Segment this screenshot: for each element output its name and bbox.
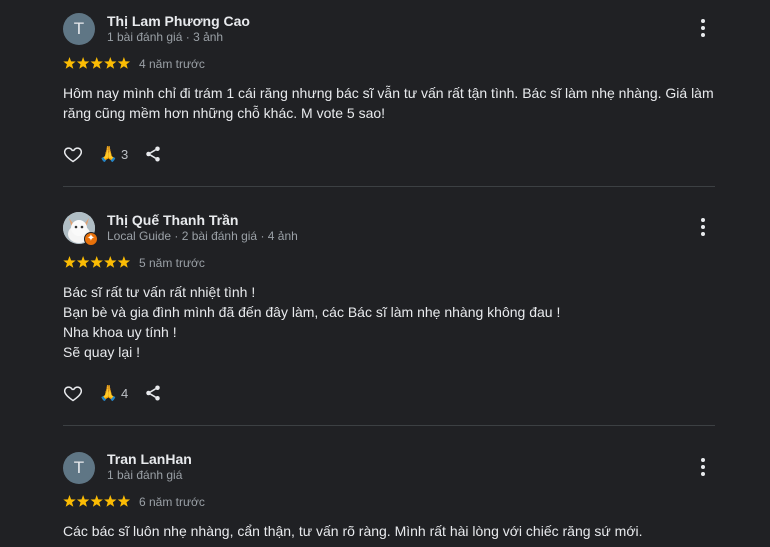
star-icon bbox=[117, 495, 131, 507]
divider bbox=[63, 425, 715, 426]
star-icon bbox=[117, 57, 131, 69]
review-time: 5 năm trước bbox=[139, 256, 205, 270]
divider bbox=[63, 186, 715, 187]
star-icon bbox=[104, 495, 117, 507]
thanks-reaction-icon[interactable]: 🙏 bbox=[99, 145, 118, 163]
review-text: Các bác sĩ luôn nhẹ nhàng, cẩn thận, tư … bbox=[63, 521, 723, 541]
more-options-icon[interactable] bbox=[697, 19, 709, 39]
star-icon bbox=[104, 57, 117, 69]
star-rating-svg bbox=[63, 57, 131, 69]
avatar[interactable]: T bbox=[63, 452, 95, 484]
star-icon bbox=[76, 495, 90, 507]
review-text-line: Hôm nay mình chỉ đi trám 1 cái răng nhưn… bbox=[63, 85, 718, 121]
local-guide-badge-icon: ✦ bbox=[84, 232, 98, 246]
review-text: Hôm nay mình chỉ đi trám 1 cái răng nhưn… bbox=[63, 83, 723, 123]
reviewer-name[interactable]: Thị Lam Phương Cao bbox=[107, 13, 250, 29]
reviewer-name[interactable]: Thị Quế Thanh Trần bbox=[107, 212, 238, 228]
reaction-count: 4 bbox=[121, 386, 129, 401]
reviewer-name[interactable]: Tran LanHan bbox=[107, 451, 192, 467]
more-options-icon[interactable] bbox=[697, 458, 709, 478]
star-icon bbox=[63, 495, 76, 507]
share-icon[interactable] bbox=[144, 384, 162, 402]
thanks-reaction-icon[interactable]: 🙏 bbox=[99, 384, 118, 402]
share-icon[interactable] bbox=[144, 145, 162, 163]
review-text-line: Các bác sĩ luôn nhẹ nhàng, cẩn thận, tư … bbox=[63, 523, 643, 539]
star-icon bbox=[90, 256, 103, 268]
review-time: 4 năm trước bbox=[139, 57, 205, 71]
star-icon bbox=[117, 256, 131, 268]
reviewer-meta: 1 bài đánh giá · 3 ảnh bbox=[107, 30, 224, 44]
star-icon bbox=[76, 256, 90, 268]
review-text-line: Bạn bè và gia đình mình đã đến đây làm, … bbox=[63, 304, 561, 320]
reviewer-meta: Local Guide · 2 bài đánh giá · 4 ảnh bbox=[107, 229, 298, 243]
star-rating-svg bbox=[63, 495, 131, 507]
reviewer-meta: 1 bài đánh giá bbox=[107, 468, 183, 482]
reaction-count: 3 bbox=[121, 147, 129, 162]
like-heart-icon[interactable] bbox=[63, 144, 83, 164]
review-text-line: Nha khoa uy tính ! bbox=[63, 324, 177, 340]
star-icon bbox=[63, 256, 76, 268]
review-time: 6 năm trước bbox=[139, 495, 205, 509]
star-icon bbox=[76, 57, 90, 69]
star-icon bbox=[90, 57, 103, 69]
star-icon bbox=[63, 57, 76, 69]
star-icon bbox=[104, 256, 117, 268]
review-text: Bác sĩ rất tư vấn rất nhiệt tình ! Bạn b… bbox=[63, 282, 723, 362]
review-text-line: Bác sĩ rất tư vấn rất nhiệt tình ! bbox=[63, 284, 256, 300]
star-rating bbox=[63, 256, 131, 269]
more-options-icon[interactable] bbox=[697, 218, 709, 238]
star-rating-svg bbox=[63, 256, 131, 268]
like-heart-icon[interactable] bbox=[63, 383, 83, 403]
avatar[interactable]: T bbox=[63, 13, 95, 45]
review-text-line: Sẽ quay lại ! bbox=[63, 344, 141, 360]
star-rating bbox=[63, 495, 131, 508]
star-icon bbox=[90, 495, 103, 507]
star-rating bbox=[63, 57, 131, 70]
